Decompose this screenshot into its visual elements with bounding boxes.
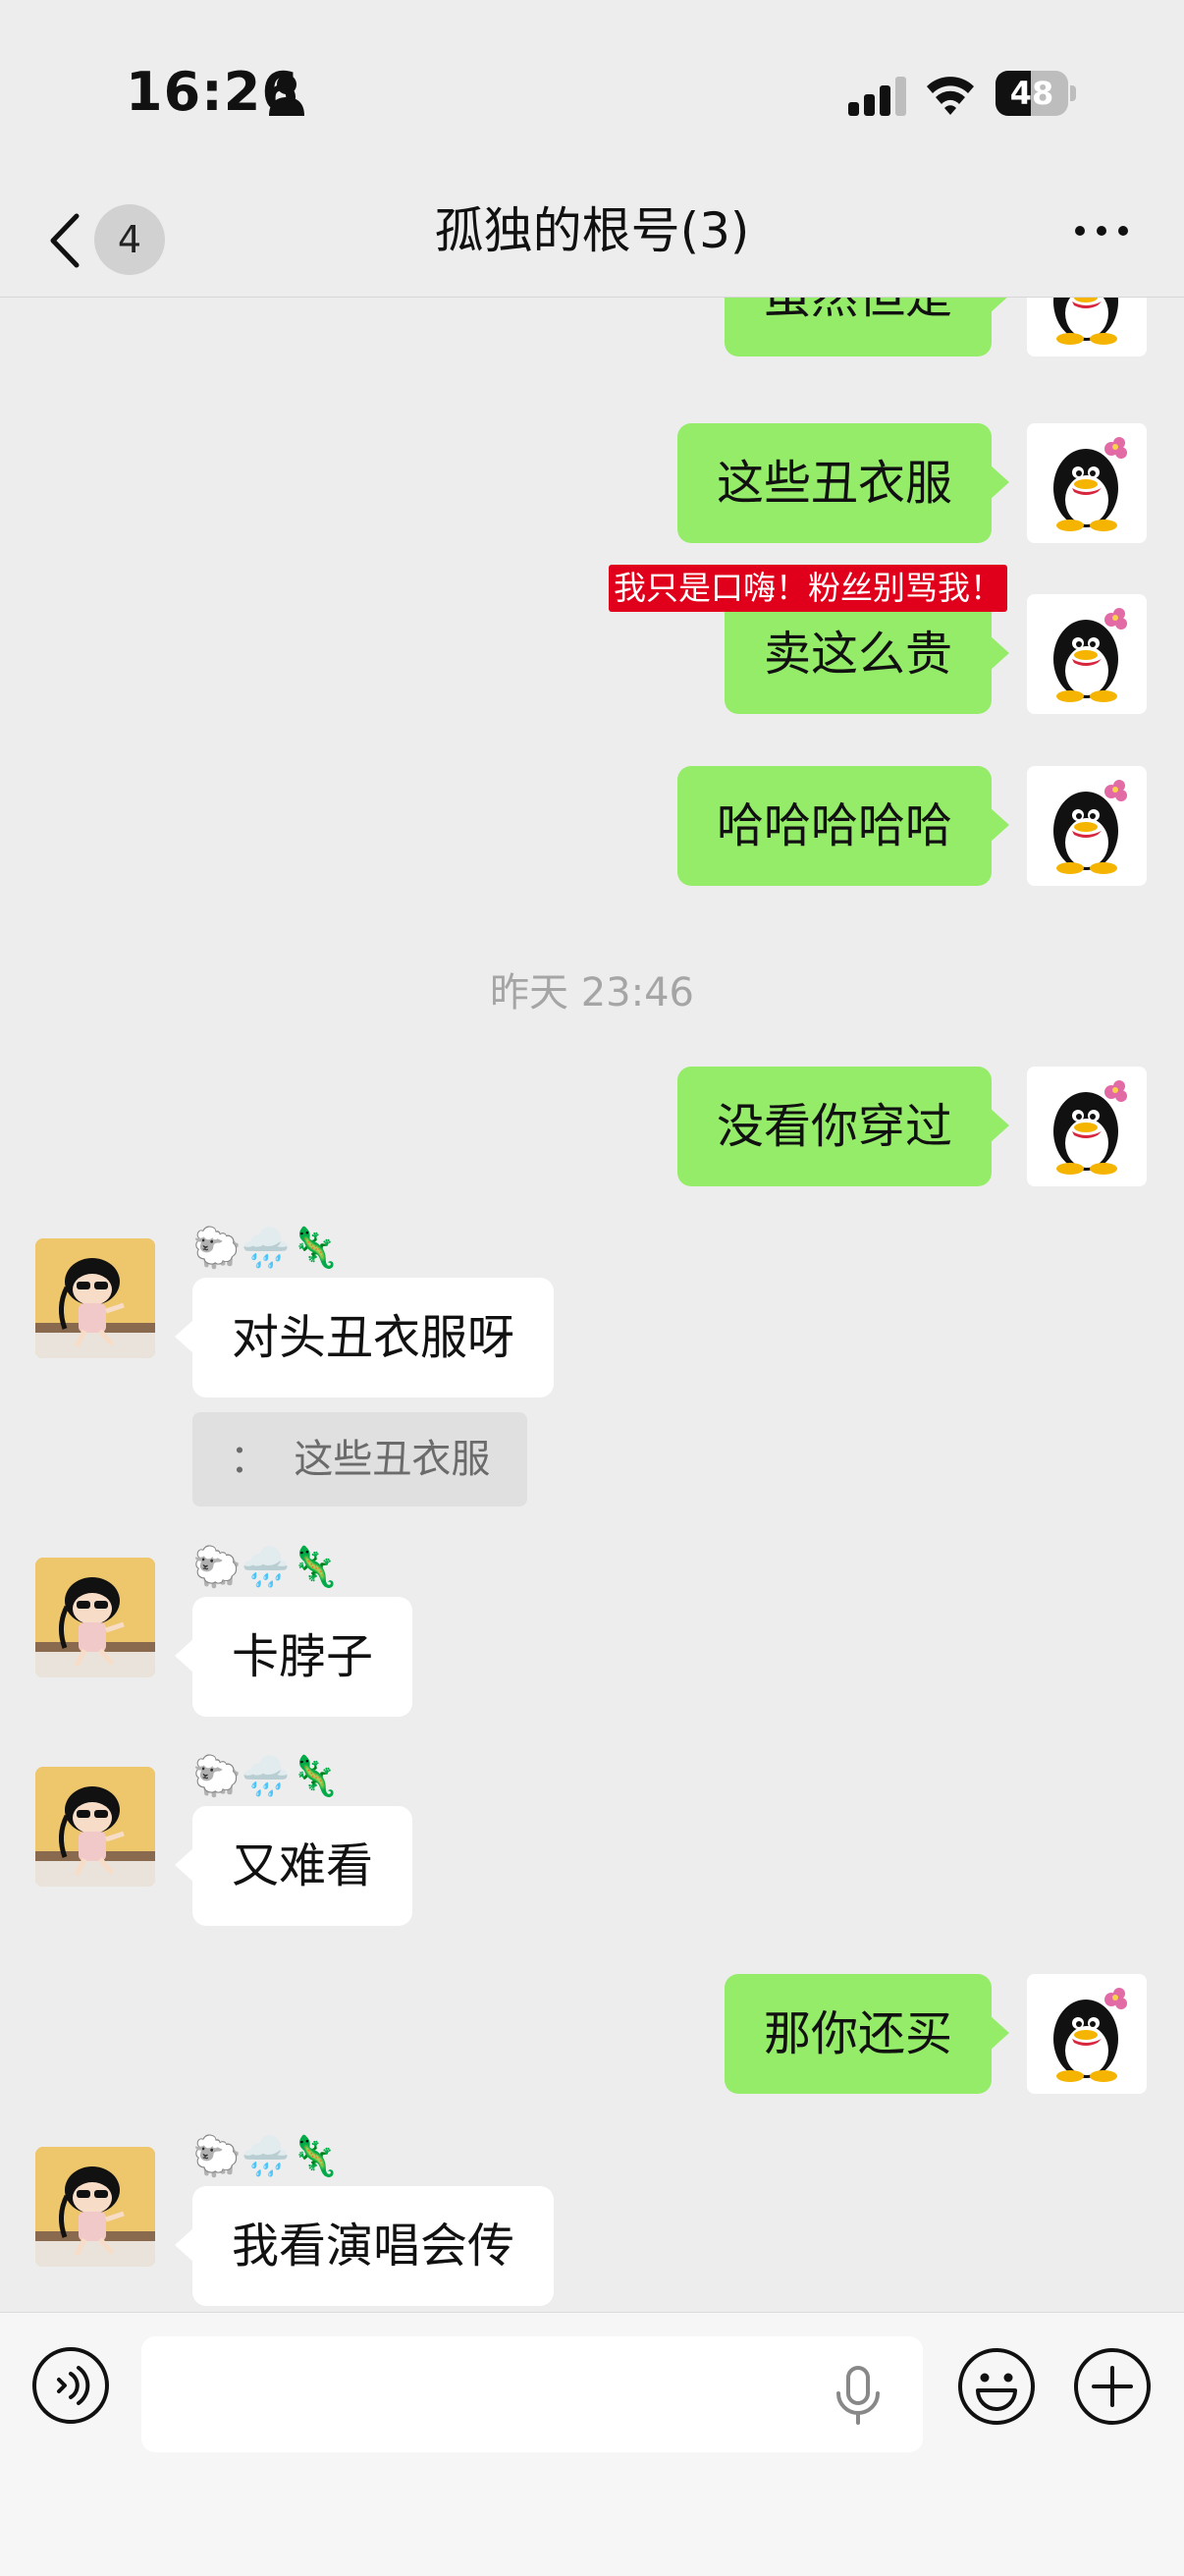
quoted-message[interactable]: ： 这些丑衣服 xyxy=(192,1412,528,1507)
battery-percentage: 48 xyxy=(1009,75,1054,112)
message-row: 虽然但是 xyxy=(0,298,1184,376)
message-input[interactable] xyxy=(141,2336,923,2452)
message-bubble[interactable]: 卡脖子 xyxy=(174,1597,413,1717)
cellular-signal-icon xyxy=(848,77,906,116)
sender-nickname: 🐑🌧️🦎 xyxy=(192,1226,340,1271)
penguin-avatar-icon xyxy=(1027,766,1147,886)
avatar-other[interactable] xyxy=(35,1558,155,1677)
chevron-left-icon xyxy=(50,213,80,268)
status-bar: 16:26 48 xyxy=(0,0,1184,187)
message-timestamp: 昨天 23:46 xyxy=(490,970,694,1015)
penguin-avatar-icon xyxy=(1027,298,1147,356)
message-bubble[interactable]: 没看你穿过 xyxy=(676,1067,1010,1186)
girl-avatar-icon xyxy=(35,2147,155,2267)
input-bar xyxy=(0,2312,1184,2576)
penguin-avatar-icon xyxy=(1027,1974,1147,2094)
penguin-avatar-icon xyxy=(1027,1067,1147,1186)
message-row: 🐑🌧️🦎 对头丑衣服呀 ： 这些丑衣服 xyxy=(0,1224,1184,1508)
avatar-self[interactable] xyxy=(1027,298,1147,356)
avatar-self[interactable] xyxy=(1027,423,1147,543)
girl-avatar-icon xyxy=(35,1558,155,1677)
sender-nickname: 🐑🌧️🦎 xyxy=(192,1754,340,1799)
person-icon xyxy=(269,75,304,116)
avatar-other[interactable] xyxy=(35,1238,155,1358)
message-bubble[interactable]: 这些丑衣服 xyxy=(676,423,1010,543)
wifi-icon xyxy=(927,77,974,115)
avatar-other[interactable] xyxy=(35,1767,155,1887)
penguin-avatar-icon xyxy=(1027,423,1147,543)
more-options-icon[interactable] xyxy=(1072,216,1131,246)
back-button[interactable]: 4 xyxy=(35,196,173,275)
message-row: 卖这么贵 xyxy=(0,594,1184,722)
message-row: 哈哈哈哈哈 xyxy=(0,766,1184,894)
chat-title: 孤独的根号(3) xyxy=(434,202,750,259)
girl-avatar-icon xyxy=(35,1767,155,1887)
penguin-avatar-icon xyxy=(1027,594,1147,714)
voice-input-icon[interactable] xyxy=(31,2346,110,2425)
message-row: 这些丑衣服 xyxy=(0,423,1184,551)
unread-count-badge: 4 xyxy=(94,204,165,275)
message-row: 没看你穿过 xyxy=(0,1067,1184,1194)
message-bubble[interactable]: 对头丑衣服呀 xyxy=(174,1278,555,1398)
avatar-other[interactable] xyxy=(35,2147,155,2267)
message-bubble[interactable]: 虽然但是 xyxy=(724,298,1010,356)
message-bubble[interactable]: 那你还买 xyxy=(724,1974,1010,2094)
avatar-self[interactable] xyxy=(1027,766,1147,886)
sender-nickname: 🐑🌧️🦎 xyxy=(192,2134,340,2179)
message-row: 🐑🌧️🦎 卡脖子 xyxy=(0,1543,1184,1720)
message-row: 🐑🌧️🦎 我看演唱会传 xyxy=(0,2132,1184,2309)
message-bubble[interactable]: 我看演唱会传 xyxy=(174,2186,555,2306)
girl-avatar-icon xyxy=(35,1238,155,1358)
message-row: 那你还买 xyxy=(0,1974,1184,2102)
emoji-icon[interactable] xyxy=(956,2346,1037,2427)
avatar-self[interactable] xyxy=(1027,1974,1147,2094)
avatar-self[interactable] xyxy=(1027,1067,1147,1186)
overlay-caption-banner: 我只是口嗨！粉丝别骂我！ xyxy=(609,565,1007,612)
message-row: 🐑🌧️🦎 又难看 xyxy=(0,1752,1184,1929)
battery-indicator: 48 xyxy=(996,71,1076,116)
avatar-self[interactable] xyxy=(1027,594,1147,714)
chat-header: 4 孤独的根号(3) xyxy=(0,187,1184,298)
message-bubble[interactable]: 哈哈哈哈哈 xyxy=(676,766,1010,886)
microphone-icon[interactable] xyxy=(831,2364,886,2427)
plus-icon[interactable] xyxy=(1072,2346,1153,2427)
message-bubble[interactable]: 又难看 xyxy=(174,1806,413,1926)
sender-nickname: 🐑🌧️🦎 xyxy=(192,1545,340,1590)
message-bubble[interactable]: 卖这么贵 xyxy=(724,594,1010,714)
